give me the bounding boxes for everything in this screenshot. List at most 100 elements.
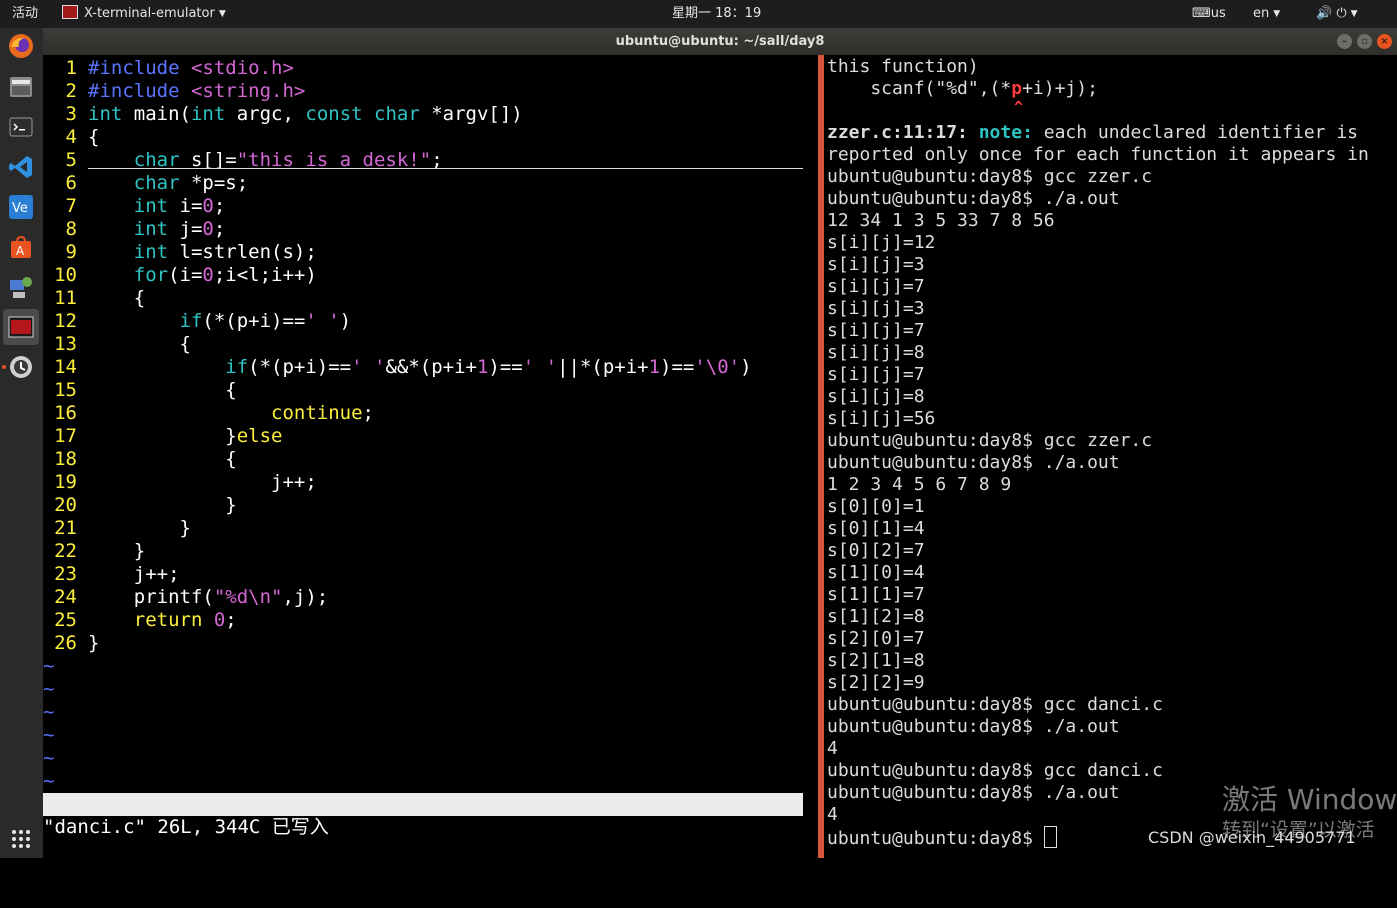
minimize-button[interactable]: – [1337,34,1352,49]
code-line: 14 if(*(p+i)==' '&&*(p+i+1)==' '||*(p+i+… [54,356,752,378]
files-icon[interactable] [8,74,34,100]
language-label: en [1253,6,1270,21]
chevron-down-icon: ▼ [1273,9,1281,19]
code-line: 17 }else [54,425,283,447]
output-line: 4 [827,738,838,759]
window-title: ubuntu@ubuntu: ~/sall/day8 [615,34,825,49]
output-line: 1 2 3 4 5 6 7 8 9 [827,474,1012,495]
prompt-line: ubuntu@ubuntu:day8$ ./a.out [827,452,1120,473]
language-indicator[interactable]: en ▼ [1253,0,1280,28]
app-menu[interactable]: X-terminal-emulator ▼ [62,0,226,28]
keyboard-indicator[interactable]: ⌨us [1192,0,1226,28]
prompt-line: ubuntu@ubuntu:day8$ ./a.out [827,716,1120,737]
code-line: 15 { [54,379,237,401]
chevron-down-icon: ▼ [1350,9,1358,19]
code-line: 26} [54,632,100,654]
code-line: 13 { [54,333,191,355]
output-line: s[2][1]=8 [827,650,925,671]
code-line: 8 int j=0; [65,218,226,240]
close-button[interactable]: × [1377,34,1392,49]
software-center-icon[interactable]: A [8,234,34,260]
csdn-watermark: CSDN @weixin_44905771 [1148,828,1356,847]
output-line: this function) [827,56,979,77]
vscode-alt-icon[interactable]: Ve [8,194,34,220]
output-line: s[i][j]=12 [827,232,936,253]
window-titlebar[interactable]: ubuntu@ubuntu: ~/sall/day8 – ▫ × [43,28,1397,55]
empty-line-tilde: ~ [43,770,55,792]
active-prompt-line[interactable]: ubuntu@ubuntu:day8$ [827,826,1057,849]
output-line: s[0][1]=4 [827,518,925,539]
output-line: 4 [827,804,838,825]
firefox-icon[interactable] [8,33,34,59]
code-line: 25 return 0; [54,609,237,631]
output-line: s[i][j]=7 [827,276,925,297]
volume-icon: 🔊 [1316,6,1333,21]
output-line: s[1][0]=4 [827,562,925,583]
output-line: s[2][2]=9 [827,672,925,693]
code-line: 20 } [54,494,237,516]
pane-divider[interactable] [818,55,824,858]
terminal-cursor [1043,826,1057,848]
vim-editor-pane[interactable]: 1 #include <stdio.h> 2 #include <string.h>… [43,55,803,884]
code-line: 4{ [65,126,100,148]
prompt-line: ubuntu@ubuntu:day8$ ./a.out [827,782,1120,803]
vim-command-line[interactable]: "danci.c" 26L, 344C 已写入 [43,816,803,839]
svg-text:Ve: Ve [12,201,28,216]
cursor-line-underline [88,168,803,169]
clock[interactable]: 星期一 18：19 [672,0,761,28]
output-line: s[i][j]=8 [827,386,925,407]
top-bar: 活动 X-terminal-emulator ▼ 星期一 18：19 ⌨us en… [0,0,1397,28]
output-line: s[i][j]=56 [827,408,936,429]
terminal-app-icon [62,5,78,19]
empty-line-tilde: ~ [43,724,55,746]
output-line: s[i][j]=7 [827,320,925,341]
activities-button[interactable]: 活动 [12,0,38,28]
output-line: s[i][j]=7 [827,364,925,385]
output-line: 12 34 1 3 5 33 7 8 56 [827,210,1055,231]
empty-line-tilde: ~ [43,678,55,700]
code-line: 7 int i=0; [65,195,226,217]
code-line: 11 { [54,287,146,309]
code-line: 22 } [54,540,146,562]
svg-text:A: A [16,244,25,258]
keyboard-icon: ⌨ [1192,6,1211,21]
output-line: s[i][j]=3 [827,254,925,275]
code-line: 10 for(i=0;i<l;i++) [54,264,317,286]
output-line: s[0][0]=1 [827,496,925,517]
code-line: 3 int main(int argc, const char *argv[]) [65,103,523,125]
code-line: 18 { [54,448,237,470]
prompt-line: ubuntu@ubuntu:day8$ gcc zzer.c [827,430,1153,451]
system-menu[interactable]: 🔊 ⏻ ▼ [1316,0,1358,28]
apps-grid-icon[interactable] [8,826,34,852]
output-line: zzer.c:11:17: note: each undeclared iden… [827,122,1359,143]
output-line: reported only once for each function it … [827,144,1369,165]
code-line: 6 char *p=s; [65,172,249,194]
vim-statusline: danci.c 5,27-30 全部 [43,793,803,884]
settings-network-icon[interactable] [8,274,34,300]
chevron-down-icon: ▼ [218,9,226,19]
app-menu-label: X-terminal-emulator [84,6,215,21]
vscode-icon[interactable] [8,154,34,180]
code-line: 21 } [54,517,191,539]
activate-windows-watermark: 激活 Windows [1222,783,1397,816]
prompt-line: ubuntu@ubuntu:day8$ gcc zzer.c [827,166,1153,187]
output-line: s[i][j]=3 [827,298,925,319]
x-terminal-icon[interactable] [8,314,34,340]
maximize-button[interactable]: ▫ [1357,34,1372,49]
code-line: 2 #include <string.h> [65,80,306,102]
prompt-line: ubuntu@ubuntu:day8$ ./a.out [827,188,1120,209]
status-cursor-position: 5,27-30 [605,839,686,861]
updater-icon[interactable] [8,354,34,380]
empty-line-tilde: ~ [43,747,55,769]
prompt-line: ubuntu@ubuntu:day8$ gcc danci.c [827,694,1163,715]
output-line: s[1][1]=7 [827,584,925,605]
status-scroll-position: 全部 [759,862,798,884]
output-line: scanf("%d",(*p+i)+j); [827,78,1098,99]
error-caret: ^ [1014,98,1024,116]
output-line: s[i][j]=8 [827,342,925,363]
code-line: 19 j++; [54,471,317,493]
output-line: s[2][0]=7 [827,628,925,649]
power-icon: ⏻ [1336,6,1347,21]
shell-pane[interactable]: this function) scanf("%d",(*p+i)+j); ^ z… [827,55,1397,858]
terminal-icon[interactable] [8,114,34,140]
